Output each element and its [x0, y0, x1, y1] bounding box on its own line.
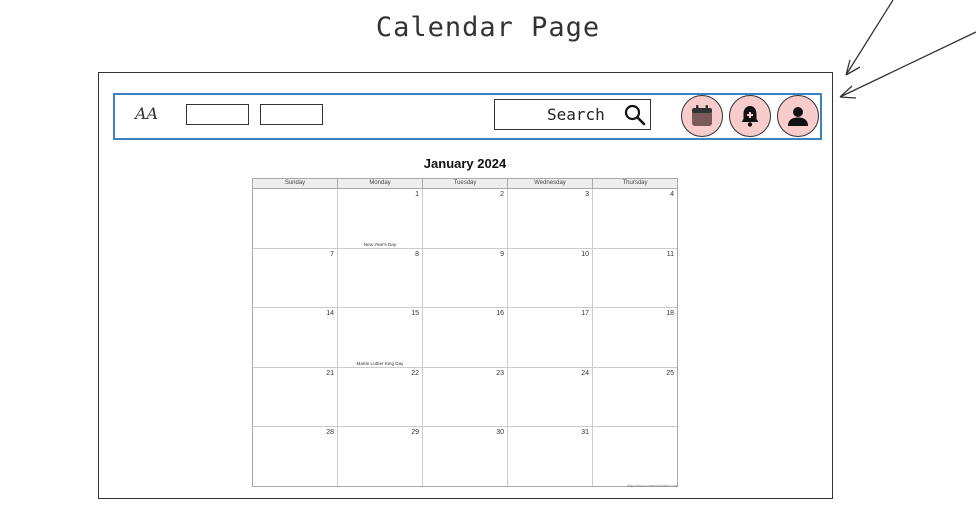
calendar-day-cell[interactable]: 18 — [593, 308, 677, 367]
calendar-body: 1 New Year's Day 2 3 4 7 8 9 10 11 14 15 Martin Luth… — [253, 189, 677, 486]
day-number: 4 — [670, 191, 674, 198]
calendar-day-cell[interactable]: 31 — [508, 427, 593, 486]
search-box[interactable]: Search — [494, 99, 651, 130]
logo[interactable]: AA — [135, 104, 158, 123]
calendar-day-cell[interactable]: 21 — [253, 367, 338, 427]
calendar-week-row: 1 New Year's Day 2 3 4 — [253, 189, 677, 249]
day-number: 24 — [581, 369, 589, 377]
day-number: 9 — [500, 250, 504, 258]
calendar-day-cell[interactable]: 15 Martin Luther King Day — [338, 308, 423, 367]
calendar-day-cell[interactable]: 30 — [423, 427, 508, 486]
nav-link-1[interactable] — [186, 104, 249, 125]
calendar-day-cell[interactable]: 9 — [423, 248, 508, 308]
nav-link-2[interactable] — [260, 104, 323, 125]
calendar-icon — [692, 105, 712, 126]
profile-button[interactable] — [777, 95, 819, 137]
calendar-footer-url: http://www.calendarlabs.com — [627, 483, 678, 488]
calendar-day-cell[interactable]: 10 — [508, 248, 593, 308]
day-number: 23 — [496, 369, 504, 377]
day-number: 11 — [666, 250, 674, 258]
calendar-day-cell[interactable]: 1 New Year's Day — [338, 189, 423, 248]
calendar-button[interactable] — [681, 95, 723, 137]
calendar-grid: Sunday Monday Tuesday Wednesday Thursday… — [252, 178, 678, 487]
calendar-day-cell[interactable]: 8 — [338, 248, 423, 308]
calendar-header: Sunday Monday Tuesday Wednesday Thursday — [253, 179, 677, 189]
calendar-day-cell[interactable]: 22 — [338, 367, 423, 427]
calendar-day-cell[interactable]: 25 — [593, 368, 677, 427]
holiday-label: New Year's Day — [363, 241, 397, 247]
holiday-label: Martin Luther King Day — [356, 360, 404, 366]
day-header: Monday — [338, 179, 423, 188]
calendar-day-cell[interactable]: 23 — [423, 367, 508, 427]
calendar-week-row: 28 29 30 31 — [253, 427, 677, 486]
day-number: 22 — [411, 369, 419, 377]
day-number: 14 — [326, 310, 334, 318]
day-number: 29 — [411, 429, 419, 437]
day-number: 28 — [326, 429, 334, 437]
calendar-day-cell[interactable]: 16 — [423, 308, 508, 367]
calendar-day-cell[interactable] — [593, 427, 677, 486]
calendar-day-cell[interactable]: 2 — [423, 189, 508, 248]
calendar-day-cell[interactable]: 4 — [593, 189, 677, 248]
day-number: 2 — [500, 191, 504, 198]
day-header: Thursday — [622, 180, 648, 186]
user-icon — [788, 107, 808, 126]
calendar-day-cell[interactable]: 7 — [253, 248, 338, 308]
day-header: Sunday — [253, 179, 338, 188]
calendar-day-cell[interactable]: 14 — [253, 308, 338, 367]
calendar-day-cell[interactable]: 28 — [253, 427, 338, 486]
day-header: Wednesday — [508, 179, 593, 188]
calendar-day-cell[interactable]: 29 — [338, 427, 423, 486]
calendar-day-cell[interactable]: 3 — [508, 189, 593, 248]
search-icon — [624, 104, 646, 126]
day-number: 8 — [415, 250, 419, 258]
day-number: 15 — [411, 310, 419, 318]
day-number: 25 — [666, 369, 674, 377]
calendar-week-row: 21 22 23 24 25 — [253, 367, 677, 428]
day-number: 10 — [581, 250, 589, 258]
day-number: 30 — [496, 429, 504, 437]
day-number: 16 — [496, 310, 504, 318]
calendar-day-cell[interactable]: 17 — [508, 308, 593, 367]
day-number: 7 — [330, 250, 334, 258]
calendar-day-cell[interactable]: 11 — [593, 249, 677, 308]
day-header: Tuesday — [423, 179, 508, 188]
notifications-button[interactable] — [729, 95, 771, 137]
calendar-title: January 2024 — [423, 156, 507, 171]
day-number: 21 — [326, 369, 334, 377]
day-number: 31 — [581, 429, 589, 437]
day-number: 3 — [585, 191, 589, 198]
calendar-week-row: 7 8 9 10 11 — [253, 248, 677, 309]
day-number: 1 — [415, 191, 419, 198]
search-label: Search — [547, 105, 605, 124]
calendar-day-cell[interactable] — [253, 189, 338, 248]
calendar-day-cell[interactable]: 24 — [508, 367, 593, 427]
bell-icon — [741, 106, 759, 127]
day-number: 17 — [581, 310, 589, 318]
day-number: 18 — [666, 310, 674, 318]
calendar-week-row: 14 15 Martin Luther King Day 16 17 18 — [253, 308, 677, 368]
